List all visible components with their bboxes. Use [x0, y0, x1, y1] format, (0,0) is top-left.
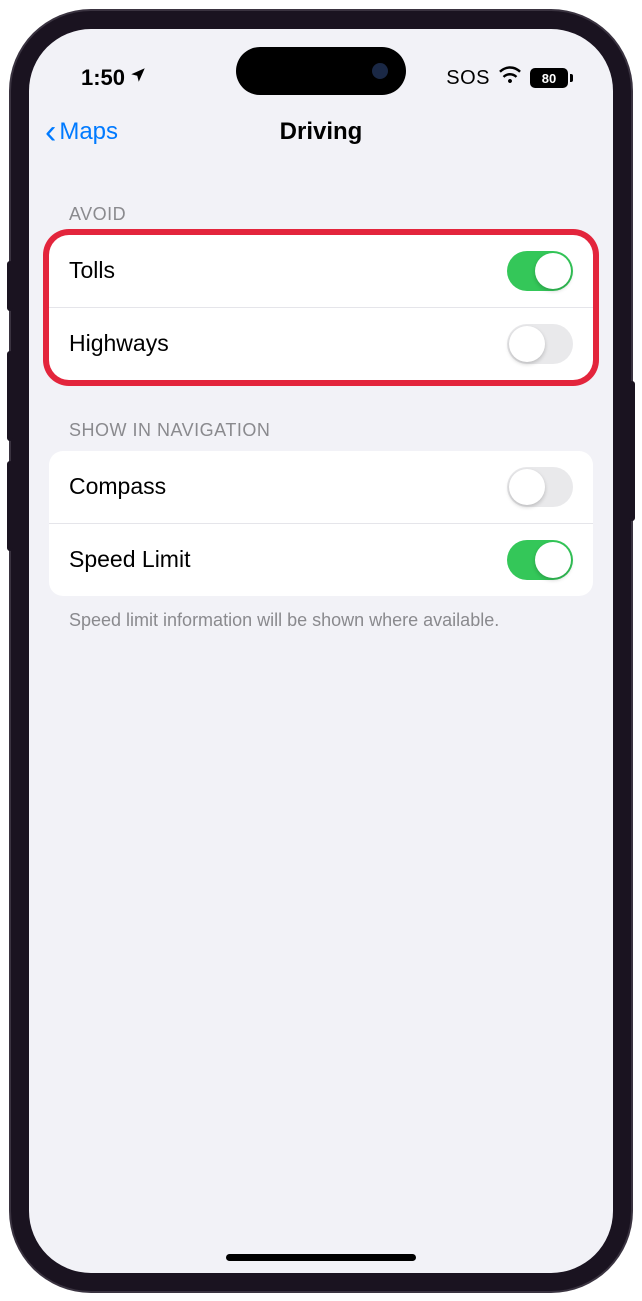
back-button[interactable]: ‹ Maps [45, 115, 118, 149]
speed-limit-footer: Speed limit information will be shown wh… [49, 596, 593, 633]
show-nav-list-group: Compass Speed Limit [49, 451, 593, 596]
content: AVOID Tolls Highways [29, 204, 613, 633]
compass-row: Compass [49, 451, 593, 523]
silent-switch [7, 261, 13, 311]
wifi-icon [498, 63, 522, 93]
toggle-knob [509, 326, 545, 362]
compass-label: Compass [69, 473, 166, 500]
page-title: Driving [280, 118, 363, 146]
sos-indicator: SOS [446, 67, 490, 90]
home-indicator[interactable] [226, 1254, 416, 1261]
battery-indicator: 80 [530, 68, 573, 88]
speed-limit-toggle[interactable] [507, 540, 573, 580]
toggle-knob [509, 469, 545, 505]
show-nav-section: SHOW IN NAVIGATION Compass Speed Limit [49, 420, 593, 633]
dynamic-island [236, 47, 406, 95]
volume-down-button [7, 461, 13, 551]
compass-toggle[interactable] [507, 467, 573, 507]
status-right: SOS 80 [446, 63, 573, 93]
back-label: Maps [59, 118, 118, 146]
tolls-row: Tolls [49, 235, 593, 307]
highways-row: Highways [49, 307, 593, 380]
toggle-knob [535, 542, 571, 578]
power-button [629, 381, 635, 521]
volume-up-button [7, 351, 13, 441]
speed-limit-row: Speed Limit [49, 523, 593, 596]
status-time: 1:50 [81, 65, 125, 91]
speed-limit-label: Speed Limit [69, 546, 190, 573]
navigation-bar: ‹ Maps Driving [29, 104, 613, 164]
avoid-section-header: AVOID [49, 204, 593, 235]
front-camera [372, 63, 388, 79]
toggle-knob [535, 253, 571, 289]
tolls-toggle[interactable] [507, 251, 573, 291]
location-arrow-icon [129, 66, 147, 90]
show-nav-section-header: SHOW IN NAVIGATION [49, 420, 593, 451]
highways-label: Highways [69, 330, 169, 357]
tolls-label: Tolls [69, 257, 115, 284]
screen: 1:50 SOS 80 ‹ Ma [29, 29, 613, 1273]
chevron-left-icon: ‹ [45, 115, 56, 149]
avoid-list-group: Tolls Highways [49, 235, 593, 380]
status-left: 1:50 [81, 65, 147, 91]
highways-toggle[interactable] [507, 324, 573, 364]
phone-frame: 1:50 SOS 80 ‹ Ma [11, 11, 631, 1291]
avoid-section: AVOID Tolls Highways [49, 204, 593, 380]
battery-level: 80 [542, 71, 556, 86]
